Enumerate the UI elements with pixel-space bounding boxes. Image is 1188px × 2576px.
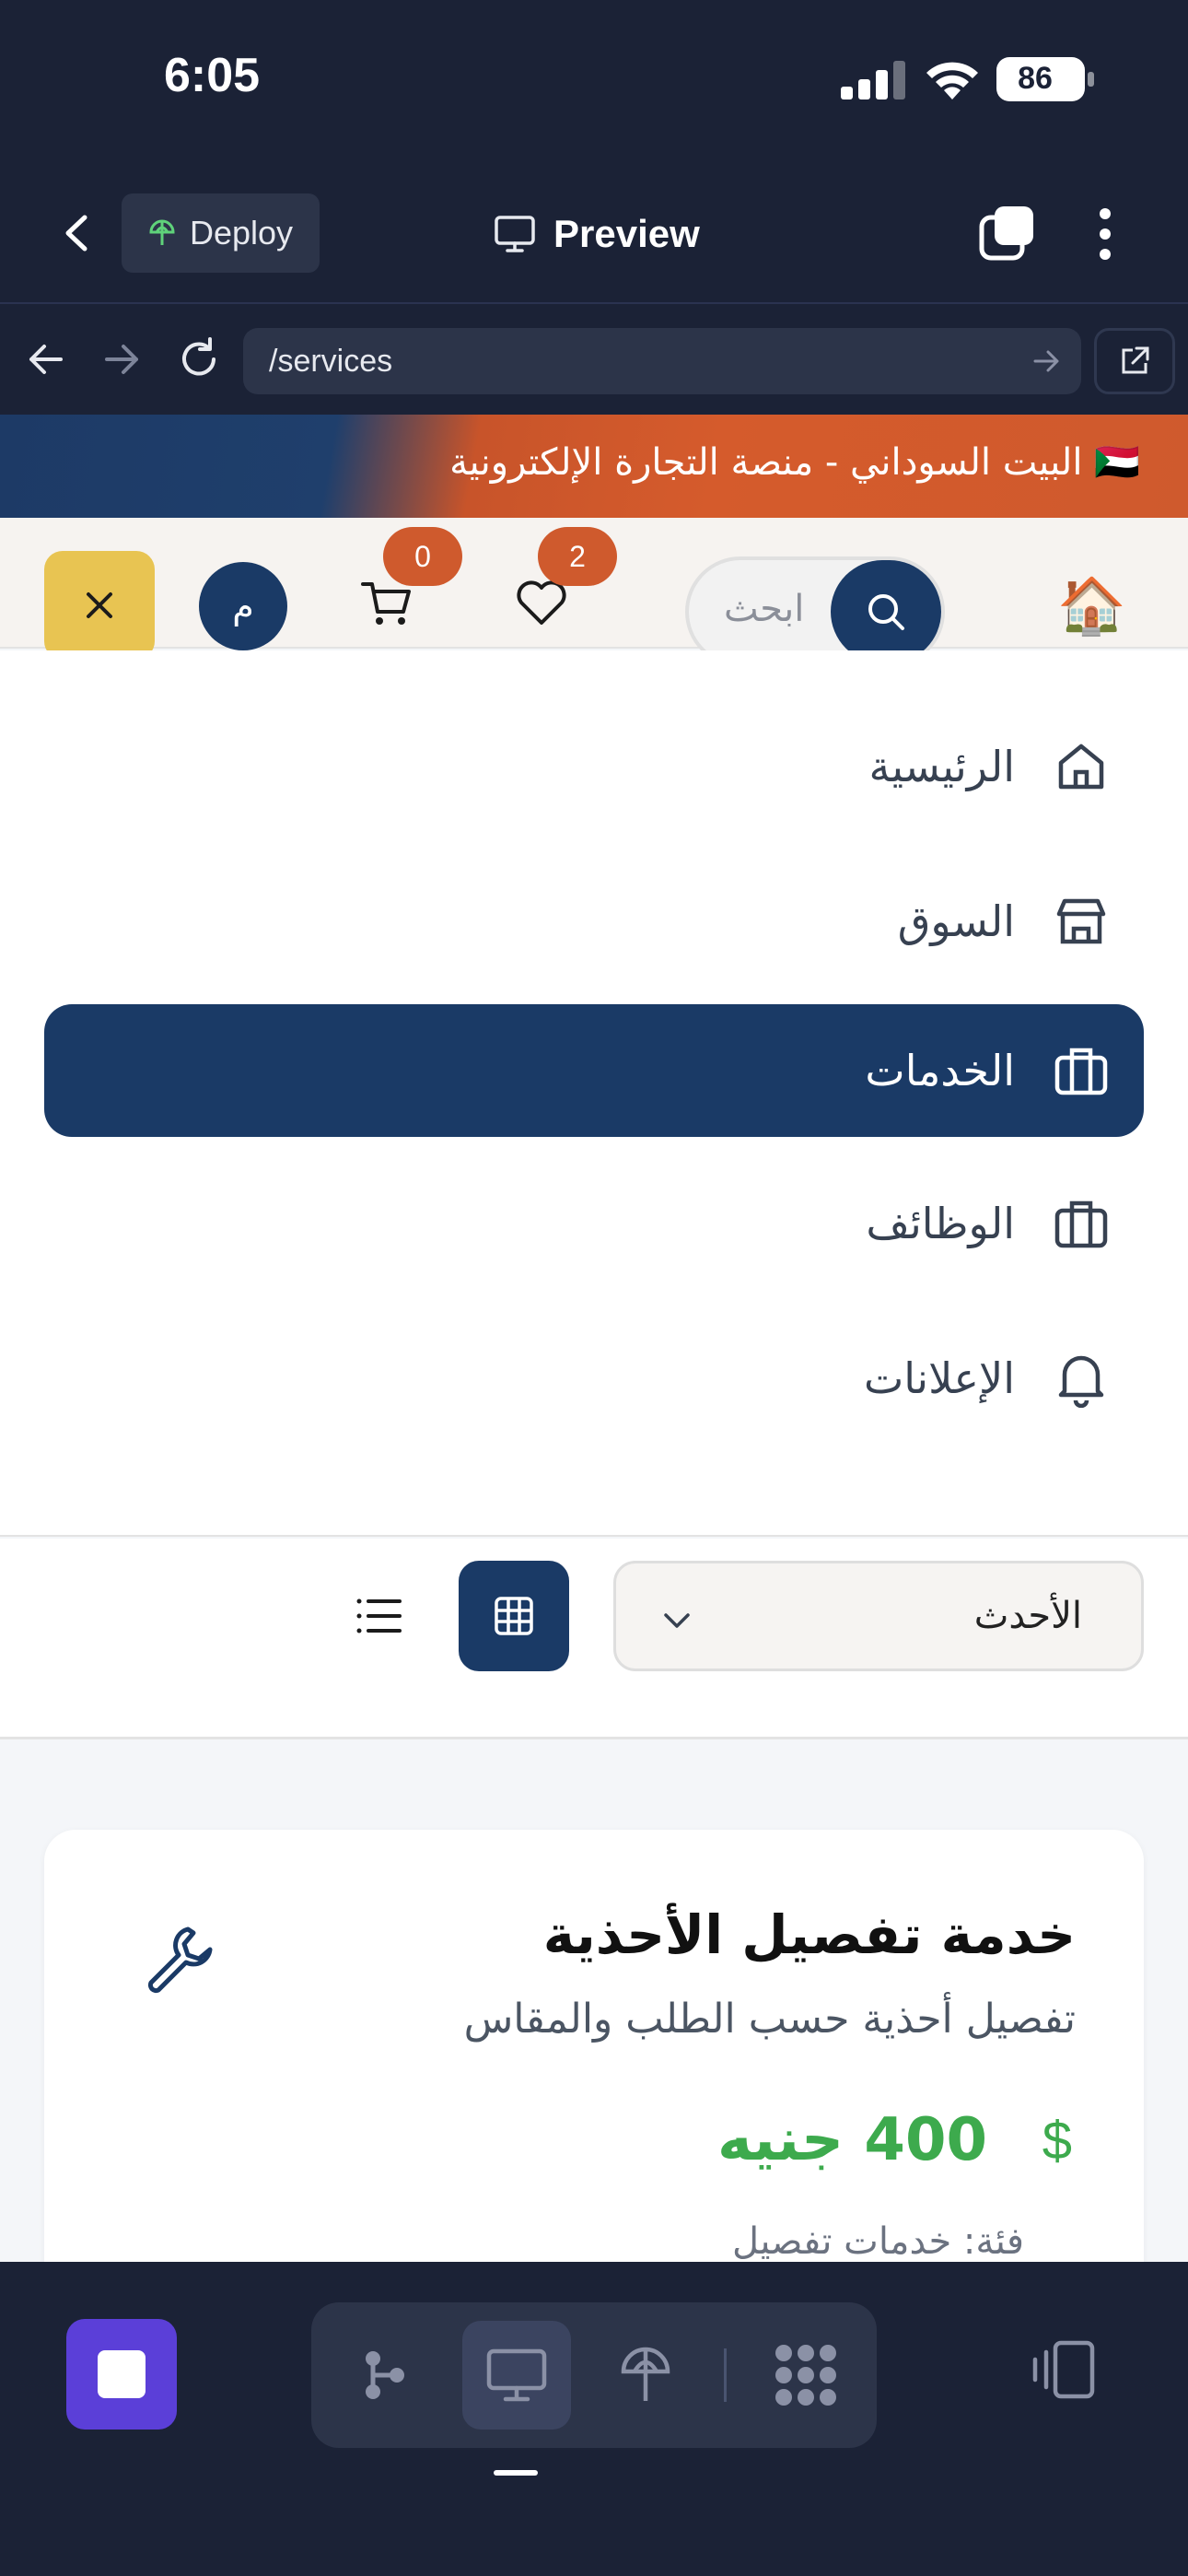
menu-item-jobs[interactable]: الوظائف [44, 1157, 1144, 1290]
bell-icon [1058, 1355, 1104, 1408]
deploy-tab[interactable] [591, 2321, 700, 2430]
nav-menu: الرئيسية السوق الخدمات الوظائف الإعلانات [0, 650, 1188, 1537]
list-view-icon[interactable] [350, 1587, 409, 1645]
menu-item-label: الخدمات [865, 1046, 1015, 1095]
sort-select[interactable]: الأحدث [613, 1561, 1144, 1671]
sort-value: الأحدث [973, 1595, 1082, 1637]
apps-grid-icon [775, 2345, 836, 2406]
preview-title[interactable]: Preview [493, 206, 700, 262]
briefcase-icon [1054, 1048, 1108, 1095]
deploy-label: Deploy [190, 214, 294, 252]
card-description: تفصيل أحذية حسب الطلب والمقاس [463, 1996, 1076, 2043]
workflow-tab[interactable] [330, 2321, 438, 2430]
deploy-button[interactable]: Deploy [122, 193, 320, 273]
menu-item-label: الإعلانات [863, 1353, 1015, 1403]
back-chevron-icon[interactable] [55, 210, 101, 256]
site-banner: 🇸🇩 البيت السوداني - منصة التجارة الإلكتر… [0, 415, 1188, 518]
view-switcher [311, 2302, 877, 2448]
grid-icon [495, 1597, 533, 1635]
stop-icon [98, 2350, 146, 2398]
deploy-globe-icon [621, 2347, 670, 2401]
home-icon [1058, 744, 1104, 790]
battery-level: 86 [1018, 61, 1053, 96]
reload-icon[interactable] [173, 334, 225, 385]
site-header: م 0 2 ابحث 🏠 [0, 518, 1188, 667]
banner-text: 🇸🇩 البيت السوداني - منصة التجارة الإلكتر… [449, 441, 1140, 484]
briefcase-icon [1054, 1200, 1108, 1248]
service-card[interactable]: خدمة تفصيل الأحذية تفصيل أحذية حسب الطلب… [44, 1830, 1144, 2262]
listing-toolbar: الأحدث [0, 1539, 1188, 1739]
card-title: خدمة تفصيل الأحذية [542, 1903, 1076, 1966]
cart-count-badge: 0 [383, 527, 462, 586]
close-icon [87, 592, 112, 618]
bottom-toolbar [0, 2262, 1188, 2576]
tabs-icon[interactable] [978, 203, 1037, 262]
wrench-icon [147, 1926, 213, 1994]
menu-item-label: الرئيسية [868, 742, 1015, 791]
wifi-icon [926, 62, 978, 100]
menu-item-ads[interactable]: الإعلانات [44, 1312, 1144, 1445]
store-icon [1056, 898, 1106, 944]
monitor-icon [486, 2348, 547, 2402]
browser-back-icon[interactable] [20, 334, 72, 385]
workflow-icon [366, 2351, 404, 2399]
preview-label: Preview [553, 212, 700, 255]
menu-item-home[interactable]: الرئيسية [44, 700, 1144, 833]
card-category: فئة: خدمات تفصيل [732, 2220, 1024, 2262]
web-viewport: 🇸🇩 البيت السوداني - منصة التجارة الإلكتر… [0, 415, 1188, 2262]
go-arrow-icon[interactable] [1031, 346, 1061, 376]
deploy-globe-icon [149, 219, 175, 245]
search-button[interactable] [831, 560, 941, 663]
stop-button[interactable] [66, 2319, 177, 2430]
url-bar: /services [0, 306, 1188, 415]
more-options-icon[interactable] [1087, 205, 1124, 263]
wishlist-count-badge: 2 [538, 527, 617, 586]
site-logo[interactable]: 🏠 [1057, 573, 1126, 638]
cellular-signal-icon [841, 61, 905, 100]
external-link-icon [1122, 346, 1149, 374]
menu-item-label: الوظائف [866, 1199, 1015, 1248]
side-panel-icon[interactable] [1030, 2339, 1100, 2400]
home-indicator [494, 2470, 538, 2476]
dollar-icon: $ [1042, 2111, 1072, 2171]
apps-tab[interactable] [751, 2321, 860, 2430]
search-icon [868, 594, 904, 630]
open-external-button[interactable] [1094, 328, 1175, 394]
preview-tab[interactable] [462, 2321, 571, 2430]
status-time: 6:05 [164, 49, 261, 102]
divider [724, 2348, 727, 2402]
grid-view-button[interactable] [459, 1561, 569, 1671]
battery-icon: 86 [996, 57, 1094, 101]
chevron-down-icon [664, 1613, 690, 1628]
status-bar: 6:05 86 [0, 0, 1188, 166]
url-field[interactable]: /services [243, 328, 1081, 394]
monitor-icon [495, 216, 535, 252]
search-placeholder: ابحث [724, 588, 805, 630]
browser-forward-icon[interactable] [96, 334, 147, 385]
card-price: 400 جنيه [716, 2106, 987, 2174]
close-menu-button[interactable] [44, 551, 155, 660]
app-bar: Deploy Preview [0, 166, 1188, 304]
menu-item-services[interactable]: الخدمات [44, 1004, 1144, 1137]
avatar[interactable]: م [199, 562, 287, 650]
menu-item-label: السوق [897, 896, 1015, 946]
menu-item-market[interactable]: السوق [44, 855, 1144, 988]
url-text: /services [269, 343, 393, 379]
